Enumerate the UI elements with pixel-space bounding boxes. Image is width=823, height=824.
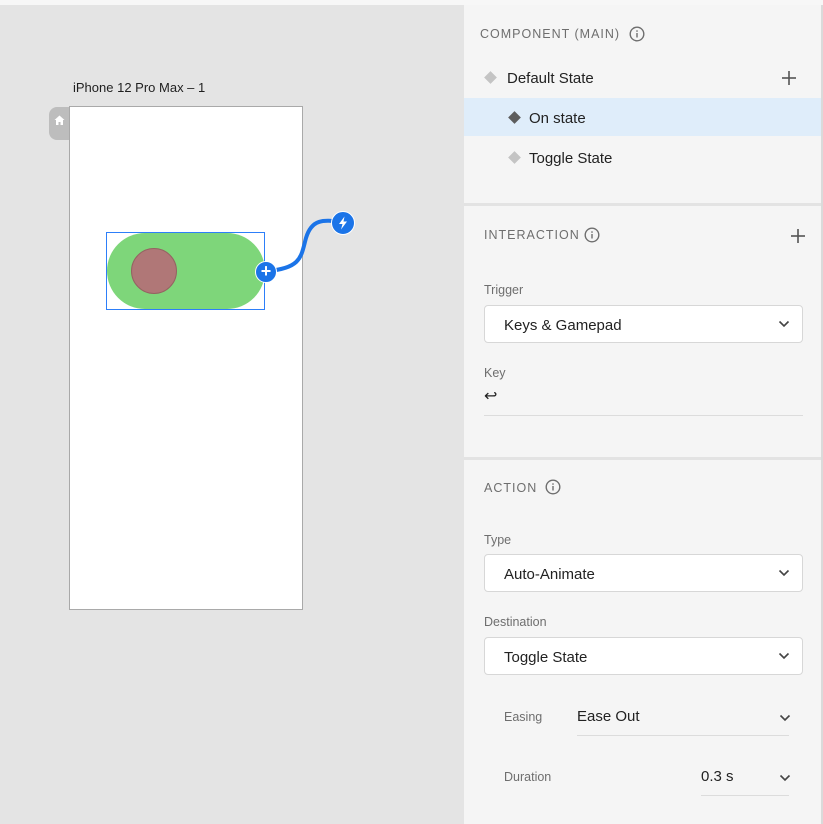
trigger-handle[interactable] — [331, 211, 355, 235]
add-interaction-handle[interactable]: + — [255, 261, 277, 283]
state-diamond-icon — [484, 71, 497, 84]
action-section-header: ACTION — [484, 481, 538, 495]
trigger-label: Trigger — [484, 283, 524, 297]
key-underline — [484, 415, 803, 416]
section-divider — [464, 203, 821, 206]
chevron-down-icon[interactable] — [779, 714, 791, 722]
easing-dropdown[interactable]: Ease Out — [577, 708, 640, 725]
add-interaction-plus-icon[interactable] — [790, 228, 806, 244]
state-diamond-icon — [508, 111, 521, 124]
plus-icon: + — [260, 261, 272, 281]
state-label: On state — [529, 110, 586, 127]
trigger-dropdown[interactable]: Keys & Gamepad — [484, 305, 803, 343]
state-diamond-icon — [508, 151, 521, 164]
type-dropdown[interactable]: Auto-Animate — [484, 554, 803, 592]
destination-label: Destination — [484, 615, 547, 629]
state-row-toggle[interactable]: Toggle State — [464, 138, 821, 176]
state-label: Toggle State — [529, 150, 613, 167]
chevron-down-icon — [778, 569, 790, 577]
component-section-header: COMPONENT (MAIN) — [480, 27, 621, 41]
duration-label: Duration — [504, 770, 552, 784]
duration-underline — [701, 795, 789, 796]
chevron-down-icon[interactable] — [779, 774, 791, 782]
chevron-down-icon — [778, 652, 790, 660]
section-divider — [464, 457, 821, 460]
info-icon[interactable] — [629, 26, 645, 42]
duration-dropdown[interactable]: 0.3 s — [701, 768, 734, 785]
chevron-down-icon — [778, 320, 790, 328]
type-label: Type — [484, 533, 512, 547]
easing-label: Easing — [504, 710, 543, 724]
state-label: Default State — [507, 70, 594, 87]
info-icon[interactable] — [545, 479, 561, 495]
easing-underline — [577, 735, 789, 736]
add-state-plus-icon[interactable] — [781, 70, 797, 86]
key-value[interactable]: ↩ — [484, 386, 497, 406]
state-row-default[interactable]: Default State — [464, 58, 821, 96]
state-row-on[interactable]: On state — [464, 98, 821, 136]
key-label: Key — [484, 366, 506, 380]
interaction-section-header: INTERACTION — [484, 228, 580, 242]
lightning-bolt-icon — [339, 216, 347, 230]
type-value: Auto-Animate — [504, 566, 595, 583]
info-icon[interactable] — [584, 227, 600, 243]
destination-dropdown[interactable]: Toggle State — [484, 637, 803, 675]
destination-value: Toggle State — [504, 649, 588, 666]
trigger-value: Keys & Gamepad — [504, 317, 622, 334]
